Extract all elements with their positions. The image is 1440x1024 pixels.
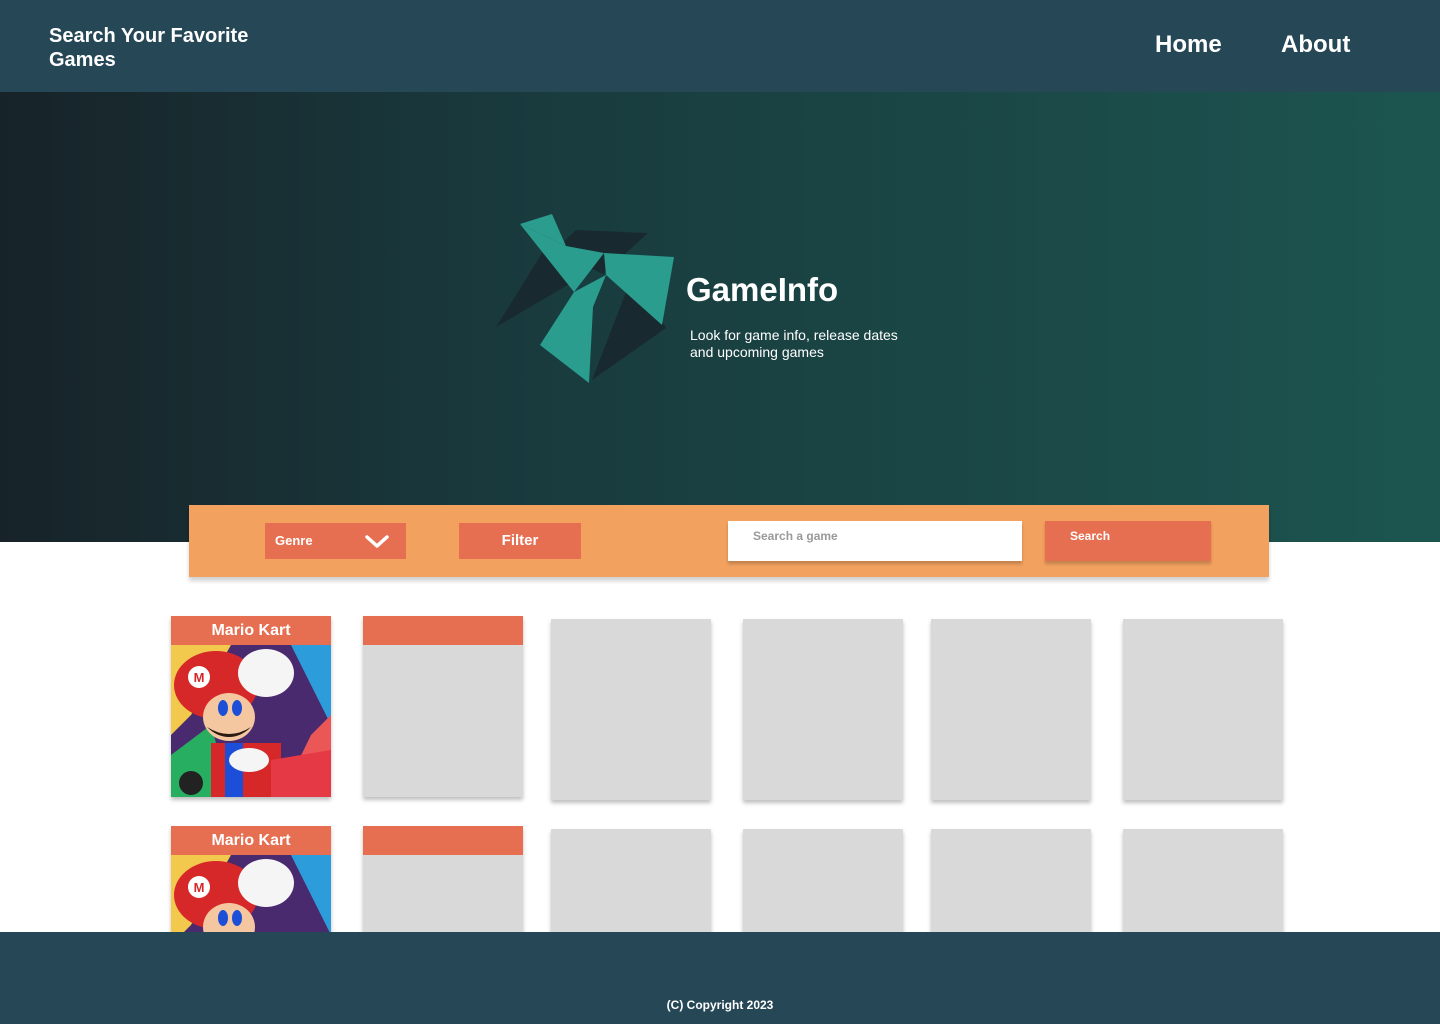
svg-text:M: M (194, 670, 205, 685)
chevron-down-icon (365, 535, 389, 548)
hero-banner (0, 92, 1440, 542)
hero-title: GameInfo (686, 271, 839, 308)
game-card-placeholder[interactable] (551, 619, 711, 800)
game-card-title: Mario Kart (171, 826, 331, 855)
search-button[interactable]: Search (1045, 521, 1211, 561)
game-card-title (363, 616, 523, 645)
top-nav-bar: Search Your Favorite Games Home About (0, 0, 1440, 92)
site-brand[interactable]: Search Your Favorite Games (49, 24, 249, 72)
search-input[interactable] (728, 521, 1022, 561)
game-card[interactable] (363, 616, 523, 797)
search-filter-bar: Genre Filter Search (189, 505, 1269, 577)
genre-dropdown[interactable]: Genre (265, 523, 406, 559)
copyright-text: (C) Copyright 2023 (666, 998, 774, 1012)
genre-dropdown-label: Genre (275, 533, 313, 548)
game-card-title (363, 826, 523, 855)
hero-subtitle: Look for game info, release dates and up… (690, 327, 898, 360)
svg-text:M: M (194, 880, 205, 895)
nav-home-link[interactable]: Home (1155, 30, 1222, 60)
game-card-mario-kart[interactable]: Mario Kart M (171, 616, 331, 797)
game-cover-art: M (171, 645, 331, 797)
game-card-title: Mario Kart (171, 616, 331, 645)
game-card-placeholder[interactable] (743, 619, 903, 800)
gameinfo-logo-icon (496, 214, 674, 383)
game-card-placeholder[interactable] (931, 619, 1091, 800)
footer: (C) Copyright 2023 (0, 932, 1440, 1024)
filter-button[interactable]: Filter (459, 523, 581, 559)
nav-about-link[interactable]: About (1281, 30, 1350, 60)
game-card-placeholder[interactable] (1123, 619, 1283, 800)
